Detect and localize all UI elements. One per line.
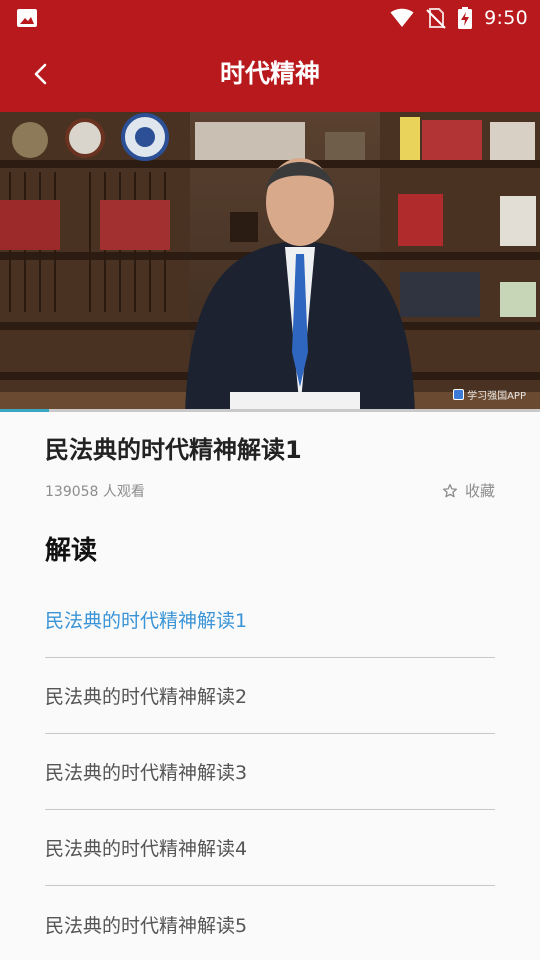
no-sim-icon	[426, 8, 446, 29]
episode-label: 民法典的时代精神解读1	[45, 610, 248, 632]
status-bar: 9:50	[0, 0, 540, 36]
episode-label: 民法典的时代精神解读4	[45, 838, 248, 860]
episode-item[interactable]: 民法典的时代精神解读1	[45, 582, 495, 658]
section-heading: 解读	[45, 536, 98, 566]
view-count: 139058 人观看	[45, 484, 145, 500]
episode-label: 民法典的时代精神解读5	[45, 914, 248, 937]
video-watermark: 学习强国APP	[453, 387, 526, 402]
episode-item[interactable]: 民法典的时代精神解读3	[45, 734, 495, 810]
favorite-label: 收藏	[464, 482, 495, 500]
gallery-icon	[17, 9, 37, 27]
episode-item[interactable]: 民法典的时代精神解读4	[45, 810, 495, 886]
wifi-icon	[390, 8, 414, 27]
video-progress-bar[interactable]	[0, 409, 540, 412]
app-bar: 时代精神	[0, 36, 540, 112]
episode-label: 民法典的时代精神解读2	[45, 686, 248, 708]
video-frame	[0, 112, 540, 412]
xuexi-logo-icon	[453, 389, 465, 400]
video-progress-fill	[0, 409, 49, 412]
video-title: 民法典的时代精神解读1	[45, 436, 302, 464]
star-outline-icon	[442, 483, 458, 497]
watermark-text: 学习强国APP	[467, 391, 526, 402]
battery-charging-icon	[458, 7, 473, 29]
status-icons: 9:50	[390, 0, 528, 36]
episode-item[interactable]: 民法典的时代精神解读5	[45, 886, 495, 960]
clock: 9:50	[484, 7, 528, 29]
episode-list: 民法典的时代精神解读1 民法典的时代精神解读2 民法典的时代精神解读3 民法典的…	[45, 582, 495, 960]
video-player[interactable]: 学习强国APP	[0, 112, 540, 412]
episode-item[interactable]: 民法典的时代精神解读2	[45, 658, 495, 734]
favorite-button[interactable]: 收藏	[442, 480, 495, 501]
episode-label: 民法典的时代精神解读3	[45, 762, 248, 784]
page-title: 时代精神	[219, 59, 320, 88]
